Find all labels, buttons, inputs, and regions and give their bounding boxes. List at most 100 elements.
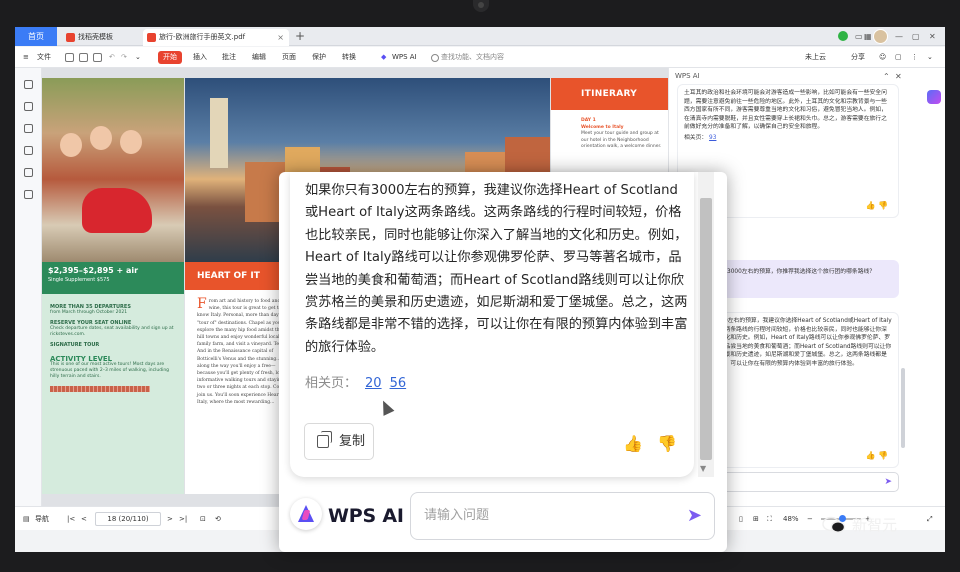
collapse-icon[interactable]: ⌃ (883, 69, 890, 84)
tour-description-body: rom art and history to food and wine, th… (197, 299, 289, 405)
expand-icon[interactable]: ⤢ (927, 507, 933, 531)
feedback-icons[interactable]: 👍 👎 (866, 452, 888, 461)
maximize-icon[interactable]: ▢ (912, 29, 920, 44)
sync-status-icon[interactable] (838, 31, 848, 41)
tab-page[interactable]: 页面 (282, 47, 296, 68)
wps-ai-title: WPS AI (328, 505, 404, 527)
close-tab-icon[interactable]: × (277, 29, 284, 46)
tab-convert[interactable]: 转换 (342, 47, 356, 68)
fullscreen-icon[interactable]: ⛶ (767, 507, 772, 531)
tab-edit[interactable]: 编辑 (252, 47, 266, 68)
question-input[interactable]: 请输入问题 ➤ (410, 492, 715, 540)
tour-info-box: MORE THAN 35 DEPARTURES from March throu… (42, 294, 184, 494)
kids-scooter-photo (42, 78, 184, 262)
activity-level-bar (50, 386, 150, 392)
tab-pdf-document[interactable]: 旅行-欧洲旅行手册英文.pdf × (143, 29, 289, 46)
chat-icon[interactable]: ☺ (879, 47, 886, 68)
open-icon[interactable] (65, 53, 74, 62)
new-tab-icon[interactable]: + (295, 27, 305, 45)
layout-icon[interactable]: ▭ (855, 29, 863, 44)
supplement-text: Single Supplement $575 (48, 277, 110, 283)
watermark: 新智元 (852, 516, 898, 534)
copy-button[interactable]: 复制 (304, 423, 374, 460)
signature-icon[interactable] (24, 168, 33, 177)
related-page-link-20[interactable]: 20 (365, 376, 382, 391)
tab-home[interactable]: 首页 (15, 27, 57, 46)
child-face (90, 126, 112, 150)
thumbs-up-icon[interactable]: 👍 (623, 434, 643, 453)
signature-tour-label: SIGNATURE TOUR (50, 342, 100, 348)
page-number-input[interactable]: 18 (20/110) (95, 512, 161, 526)
fit-page-icon[interactable]: ⊡ (200, 507, 206, 531)
nav-icon[interactable]: ▤ (23, 507, 30, 531)
avatar[interactable] (873, 29, 888, 44)
tab-protect[interactable]: 保护 (312, 47, 326, 68)
scrollbar[interactable] (901, 368, 905, 448)
tab-templates[interactable]: 找稻壳模板 (62, 29, 140, 46)
tab-insert[interactable]: 插入 (193, 47, 207, 68)
more-options-icon[interactable]: ⋮ (911, 47, 918, 68)
search-input[interactable]: 查找功能、文档内容 (431, 51, 513, 64)
prev-page-icon[interactable]: < (81, 507, 87, 531)
heart-of-italy-heading: HEART OF IT (185, 262, 285, 290)
collapse-ribbon-icon[interactable]: ⌄ (927, 47, 933, 68)
scroll-down-icon[interactable]: ▼ (700, 464, 706, 473)
related-page-link-56[interactable]: 56 (390, 376, 407, 391)
cloud-status[interactable]: 未上云 (805, 47, 826, 68)
mouse-cursor (377, 398, 395, 416)
last-page-icon[interactable]: >| (179, 507, 187, 531)
menu-file[interactable]: 文件 (37, 47, 51, 68)
first-page-icon[interactable]: |< (67, 507, 75, 531)
send-icon[interactable]: ➤ (687, 493, 702, 539)
wps-ai-icon[interactable] (927, 90, 941, 104)
activity-text: This is one of our most active tours! Mo… (50, 362, 170, 379)
layers-icon[interactable] (24, 190, 33, 199)
share-button[interactable]: 分享 (851, 47, 865, 68)
child-face (120, 130, 142, 154)
tab-wps-ai[interactable]: WPS AI (392, 47, 417, 68)
price-text: $2,395–$2,895 + air (48, 266, 139, 275)
departures-dates: from March through October 2021 (50, 310, 128, 315)
scrollbar-thumb[interactable] (700, 198, 712, 460)
rotate-icon[interactable]: ⟲ (215, 507, 221, 531)
feedback-icons[interactable]: 👍 👎 (866, 202, 888, 211)
print-icon[interactable] (93, 53, 102, 62)
grid-icon[interactable]: ▦ (864, 29, 872, 44)
close-window-icon[interactable]: ✕ (929, 29, 936, 44)
annotation-icon[interactable] (24, 124, 33, 133)
minimize-icon[interactable]: — (895, 29, 903, 44)
next-page-icon[interactable]: > (167, 507, 173, 531)
bookmark-icon[interactable] (24, 80, 33, 89)
thumbs-down-icon[interactable]: 👎 (657, 434, 677, 453)
redo-icon[interactable]: ↷ (121, 47, 127, 68)
brochure-page-left: $2,395–$2,895 + air Single Supplement $5… (42, 78, 184, 494)
ai-answer-text: 如果你只有3000左右的预算，我建议你选择Heart of Scotland或H… (305, 183, 688, 355)
ai-panel-title: WPS AI (675, 72, 700, 80)
menu-icon[interactable]: ≡ (23, 47, 29, 68)
related-label: 相关页： (684, 134, 708, 141)
nav-label[interactable]: 导航 (35, 507, 49, 531)
undo-icon[interactable]: ↶ (109, 47, 115, 68)
related-page-link[interactable]: 93 (709, 135, 716, 141)
wps-ai-popup: 如果你只有3000左右的预算，我建议你选择Heart of Scotland或H… (279, 172, 727, 552)
price-band: $2,395–$2,895 + air Single Supplement $5… (42, 262, 184, 294)
tab-annotate[interactable]: 批注 (222, 47, 236, 68)
attachment-icon[interactable] (24, 146, 33, 155)
drop-cap: F (197, 296, 207, 312)
more-icon[interactable]: ⌄ (135, 47, 141, 68)
send-icon[interactable]: ➤ (884, 477, 892, 487)
comment-icon[interactable]: ▢ (895, 47, 902, 68)
zoom-out-icon[interactable]: − (807, 507, 813, 531)
question-placeholder: 请输入问题 (424, 508, 490, 523)
zoom-level[interactable]: 48% (783, 507, 799, 531)
tab-start[interactable]: 开始 (158, 51, 182, 64)
close-panel-icon[interactable]: ✕ (895, 69, 902, 84)
reserve-text: Check departure dates, seat availability… (50, 326, 174, 337)
thumbnail-icon[interactable] (24, 102, 33, 111)
toolbar: ≡ 文件 ↶ ↷ ⌄ 开始 插入 批注 编辑 页面 保护 转换 ◆ WPS AI… (15, 47, 945, 68)
single-page-icon[interactable]: ▯ (739, 507, 743, 531)
fit-width-icon[interactable]: ⊞ (753, 507, 759, 531)
pdf-icon (147, 33, 156, 42)
related-pages: 相关页： 20 56 (305, 372, 406, 391)
save-icon[interactable] (79, 53, 88, 62)
